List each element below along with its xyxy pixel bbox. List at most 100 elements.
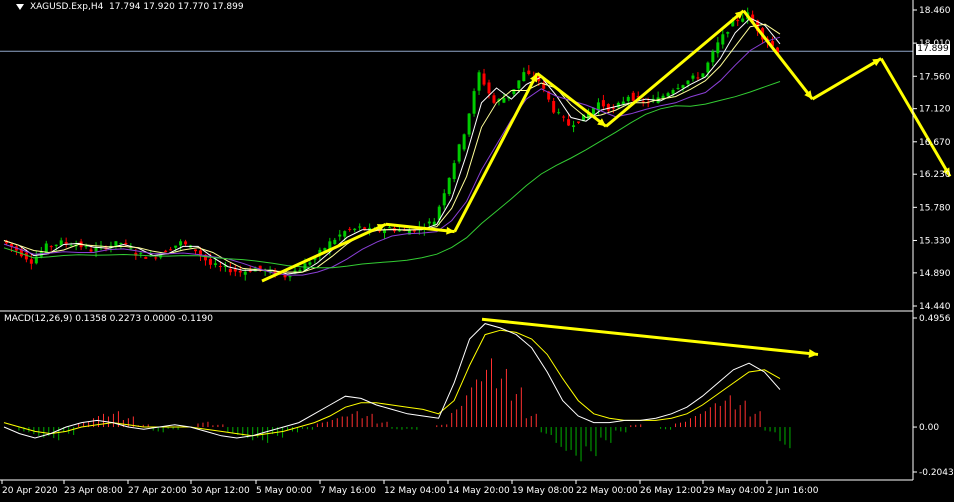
- macd-tick-label: 0.4956: [919, 314, 951, 324]
- time-tick-label: 2 Jun 16:00: [767, 486, 819, 496]
- candle-body: [741, 18, 745, 22]
- candle-body: [49, 246, 53, 248]
- candle-body: [601, 100, 605, 107]
- candle-body: [308, 262, 312, 265]
- candle-body: [353, 228, 357, 231]
- candle-body: [721, 34, 725, 45]
- time-tick-label: 19 May 08:00: [512, 486, 574, 496]
- candle-body: [397, 230, 401, 232]
- candle-body: [487, 82, 491, 94]
- time-tick-label: 23 Apr 08:00: [64, 486, 123, 496]
- candle-body: [164, 250, 168, 253]
- candle-body: [577, 121, 581, 123]
- time-tick-label: 30 Apr 12:00: [191, 486, 250, 496]
- candle-body: [517, 80, 521, 89]
- candle-body: [716, 42, 720, 54]
- candle-body: [467, 113, 471, 135]
- candle-body: [333, 239, 337, 244]
- candle-body: [208, 258, 212, 265]
- candle-body: [711, 51, 715, 63]
- candle-body: [288, 276, 292, 278]
- macd-tick-label: -0.2043: [919, 468, 954, 478]
- candle-body: [184, 241, 188, 245]
- candle-body: [696, 77, 700, 79]
- time-tick-label: 12 May 04:00: [384, 486, 446, 496]
- candle-body: [338, 234, 342, 237]
- candle-body: [69, 245, 73, 247]
- candle-body: [243, 271, 247, 275]
- price-tick-label: 16.670: [919, 138, 951, 148]
- candle-body: [552, 101, 556, 113]
- candle-body: [522, 72, 526, 82]
- macd-indicator-label: MACD(12,26,9) 0.1358 0.2273 0.0000 -0.11…: [4, 314, 214, 324]
- candle-body: [681, 85, 685, 89]
- candle-body: [194, 249, 198, 252]
- candle-body: [139, 252, 143, 254]
- candle-body: [348, 228, 352, 230]
- candle-body: [626, 96, 630, 101]
- candle-body: [452, 163, 456, 180]
- candle-body: [686, 80, 690, 85]
- price-tick-label: 18.460: [919, 6, 951, 16]
- time-tick-label: 27 Apr 20:00: [128, 486, 187, 496]
- candle-body: [228, 268, 232, 273]
- candle-body: [621, 101, 625, 105]
- candle-body: [358, 226, 362, 228]
- candle-body: [701, 73, 705, 78]
- candle-body: [298, 270, 302, 272]
- candle-body: [29, 259, 33, 264]
- dropdown-triangle-icon[interactable]: [16, 3, 24, 10]
- candle-body: [169, 249, 173, 251]
- candle-body: [144, 256, 148, 259]
- candle-body: [557, 112, 561, 114]
- candle-body: [54, 244, 58, 247]
- candle-body: [502, 98, 506, 103]
- candle-body: [124, 242, 128, 245]
- candle-body: [174, 245, 178, 248]
- candle-body: [119, 243, 123, 245]
- price-tick-label: 14.440: [919, 302, 951, 312]
- candle-body: [388, 227, 392, 229]
- candle-body: [94, 247, 98, 252]
- symbol-name: XAGUSD.Exp,H4: [30, 2, 104, 12]
- time-tick-label: 22 May 00:00: [576, 486, 638, 496]
- time-tick-label: 14 May 20:00: [448, 486, 510, 496]
- price-tick-label: 17.120: [919, 105, 951, 115]
- candle-body: [477, 72, 481, 91]
- price-tick-label: 17.560: [919, 72, 951, 82]
- time-tick-label: 7 May 16:00: [320, 486, 376, 496]
- trading-chart[interactable]: 18.46018.01017.56017.12016.67016.23015.7…: [0, 0, 954, 498]
- candle-body: [706, 62, 710, 73]
- candle-body: [218, 266, 222, 268]
- candle-body: [84, 246, 88, 248]
- candle-body: [179, 241, 183, 246]
- candle-body: [482, 73, 486, 85]
- candle-body: [154, 257, 158, 259]
- price-tick-label: 16.230: [919, 170, 951, 180]
- symbol-header: XAGUSD.Exp,H4 17.794 17.920 17.770 17.89…: [16, 2, 244, 12]
- price-tick-label: 14.890: [919, 269, 951, 279]
- time-tick-label: 5 May 00:00: [256, 486, 312, 496]
- candle-body: [691, 75, 695, 79]
- candle-body: [129, 248, 133, 250]
- candle-body: [631, 92, 635, 101]
- candle-body: [213, 263, 217, 266]
- price-tick-label: 15.780: [919, 203, 951, 213]
- candle-body: [64, 242, 68, 244]
- chart-canvas[interactable]: 18.46018.01017.56017.12016.67016.23015.7…: [0, 0, 954, 498]
- price-tick-label: 15.330: [919, 236, 951, 246]
- candle-body: [736, 20, 740, 22]
- current-price-badge: 17.899: [916, 44, 950, 55]
- candle-body: [492, 95, 496, 103]
- candle-body: [726, 32, 730, 34]
- candle-body: [447, 177, 451, 195]
- candle-body: [89, 249, 93, 252]
- candle-body: [527, 70, 531, 75]
- candle-body: [238, 270, 242, 273]
- candle-body: [606, 104, 610, 111]
- candle-body: [442, 193, 446, 206]
- candle-body: [562, 116, 566, 118]
- candle-body: [457, 144, 461, 162]
- candle-body: [671, 90, 675, 94]
- ohlc-values: 17.794 17.920 17.770 17.899: [109, 2, 244, 12]
